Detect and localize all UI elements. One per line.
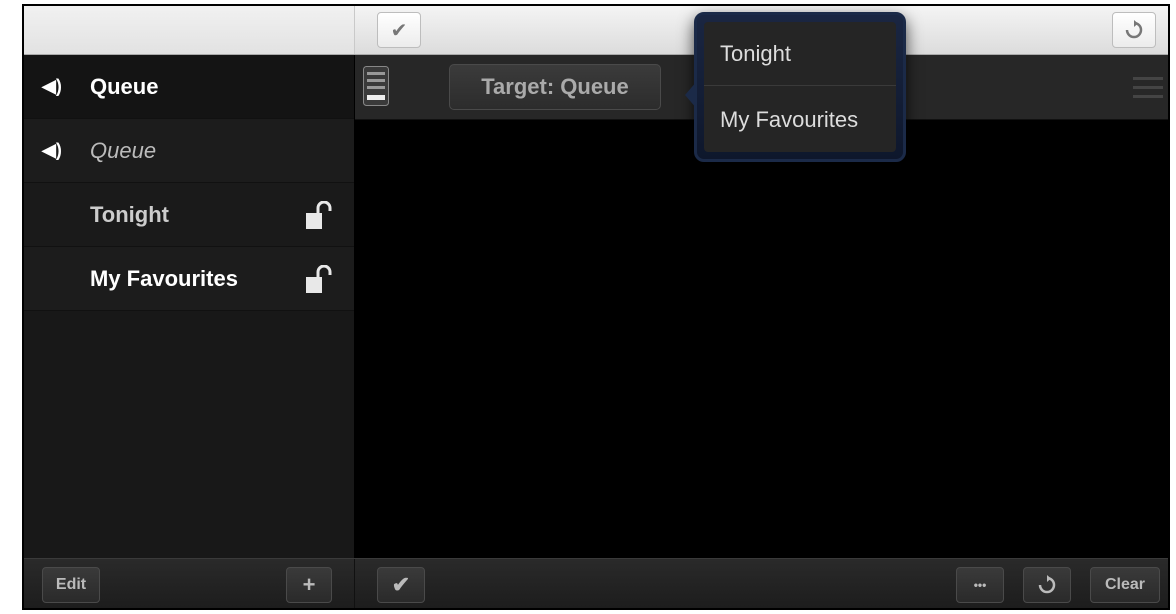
- top-toolbar-left: [24, 6, 355, 54]
- top-toolbar: ✔: [24, 6, 1168, 55]
- edit-button[interactable]: Edit: [42, 567, 100, 603]
- target-popover: Tonight My Favourites: [685, 12, 906, 162]
- sidebar-item-tonight[interactable]: Tonight: [24, 183, 354, 247]
- app-window: ✔ ◀) Queue ◀) Queue Tonight My Favourite: [22, 4, 1170, 610]
- playlist-meter-icon[interactable]: [363, 66, 389, 106]
- refresh-icon: [1038, 575, 1056, 594]
- sidebar-item-queue-now-playing[interactable]: ◀) Queue: [24, 55, 354, 119]
- speaker-icon: ◀): [42, 140, 62, 160]
- sidebar-item-my-favourites[interactable]: My Favourites: [24, 247, 354, 311]
- sidebar: ◀) Queue ◀) Queue Tonight My Favourites: [24, 55, 354, 558]
- clear-button[interactable]: Clear: [1090, 567, 1160, 603]
- popover-list: Tonight My Favourites: [704, 22, 896, 152]
- unlock-icon: [306, 265, 332, 293]
- bottom-toolbar: Edit + ✔ ••• Clear: [24, 558, 1168, 608]
- refresh-icon: [1125, 20, 1143, 39]
- sidebar-item-label: Queue: [90, 73, 159, 99]
- target-button[interactable]: Target: Queue: [449, 64, 661, 110]
- popover-item-my-favourites[interactable]: My Favourites: [704, 88, 896, 152]
- playlist-content: [355, 120, 1168, 558]
- popover-item-tonight[interactable]: Tonight: [704, 22, 896, 86]
- select-all-button[interactable]: ✔: [377, 12, 421, 48]
- checkmark-icon: ✔: [391, 572, 411, 597]
- toolbar-divider: [354, 559, 355, 608]
- refresh-bottom-button[interactable]: [1023, 567, 1071, 603]
- popover-arrow: [685, 81, 697, 109]
- add-button[interactable]: +: [286, 567, 332, 603]
- select-all-bottom-button[interactable]: ✔: [377, 567, 425, 603]
- sidebar-item-label: Queue: [90, 137, 157, 163]
- sidebar-item-queue[interactable]: ◀) Queue: [24, 119, 354, 183]
- unlock-icon: [306, 201, 332, 229]
- menu-icon[interactable]: [1133, 77, 1163, 99]
- refresh-top-button[interactable]: [1112, 12, 1156, 48]
- sidebar-item-label: Tonight: [90, 201, 169, 227]
- speaker-icon: ◀): [42, 76, 62, 96]
- sidebar-item-label: My Favourites: [90, 265, 238, 291]
- more-button[interactable]: •••: [956, 567, 1004, 603]
- checkmark-icon: ✔: [390, 19, 408, 42]
